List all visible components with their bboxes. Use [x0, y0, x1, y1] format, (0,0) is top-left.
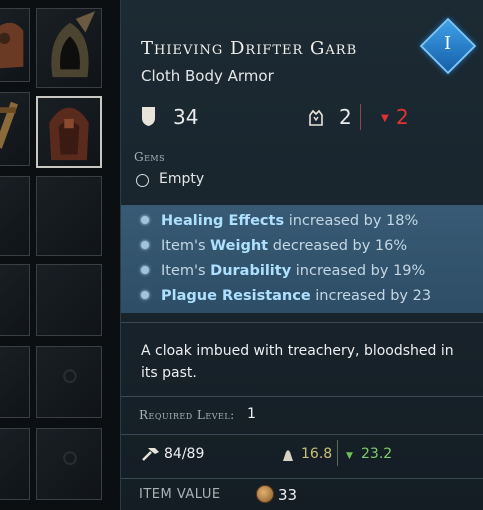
divider — [121, 396, 483, 397]
item-value-label: ITEM VALUE — [139, 487, 221, 502]
required-level-value: 1 — [247, 406, 256, 422]
inventory-slot[interactable] — [0, 428, 30, 500]
armor-tier-drop: 2 — [396, 105, 409, 129]
gems-header: Gems — [134, 150, 166, 164]
decrease-arrow-icon: ▼ — [346, 451, 353, 461]
affix-line: Item's Durability increased by 19% — [141, 263, 425, 279]
divider — [337, 440, 338, 466]
pouch-icon — [63, 451, 77, 465]
item-value: 33 — [278, 486, 298, 504]
inventory-slot[interactable] — [36, 346, 102, 418]
affix-stat: Plague Resistance — [161, 288, 311, 304]
weapon-icon — [0, 101, 18, 149]
affix-line: Item's Weight decreased by 16% — [141, 238, 407, 254]
inventory-slot[interactable] — [0, 346, 30, 418]
affix-bullet-icon — [141, 241, 149, 249]
decrease-arrow-icon: ▼ — [381, 113, 389, 124]
affix-bullet-icon — [141, 216, 149, 224]
inventory-slot[interactable] — [0, 92, 30, 166]
affix-value: increased by 23 — [310, 288, 432, 304]
item-name: Thieving Drifter Garb — [141, 38, 358, 59]
inventory-slot[interactable] — [0, 8, 30, 82]
affix-value: decreased by 16% — [268, 238, 408, 254]
inventory-slot[interactable] — [36, 264, 102, 336]
item-type: Cloth Body Armor — [141, 67, 274, 85]
divider — [121, 434, 483, 435]
hood-icon — [51, 11, 96, 78]
flavor-text: A cloak imbued with treachery, bloodshed… — [141, 343, 454, 381]
affix-line: Plague Resistance increased by 23 — [141, 288, 431, 304]
inventory-slot-selected[interactable] — [36, 96, 102, 168]
divider — [121, 478, 483, 479]
coin-icon — [256, 485, 274, 503]
affix-line: Healing Effects increased by 18% — [141, 213, 418, 229]
tier-badge-label: I — [444, 33, 452, 54]
pouch-icon — [63, 369, 77, 383]
inventory-slot[interactable] — [36, 8, 102, 88]
inventory-grid — [0, 0, 120, 510]
inventory-slot[interactable] — [36, 176, 102, 256]
armor-tier-value: 2 — [339, 105, 352, 129]
affix-bullet-icon — [141, 266, 149, 274]
affix-value: increased by 18% — [284, 213, 419, 229]
armor-icon — [0, 22, 24, 69]
shield-icon — [142, 107, 155, 126]
divider — [360, 104, 361, 130]
armor-value: 34 — [173, 105, 199, 129]
gem-socket-icon — [136, 174, 149, 187]
item-tooltip: Thieving Drifter Garb Cloth Body Armor I… — [120, 0, 483, 510]
weight-icon — [283, 450, 293, 461]
affix-prefix: Item's — [161, 263, 211, 279]
affix-prefix: Item's — [161, 238, 211, 254]
inventory-slot[interactable] — [0, 264, 30, 336]
weight-value: 16.8 — [301, 446, 333, 462]
garb-icon — [49, 107, 89, 161]
inventory-slot[interactable] — [36, 428, 102, 500]
gem-socket-label: Empty — [159, 171, 205, 187]
affix-stat: Healing Effects — [161, 213, 285, 229]
durability-value: 84/89 — [164, 446, 205, 462]
hammer-icon — [142, 448, 159, 461]
affix-stat: Weight — [210, 238, 269, 254]
divider — [121, 322, 483, 323]
affix-stat: Durability — [210, 263, 292, 279]
required-level-label: Required Level: — [139, 408, 235, 422]
body-armor-icon — [309, 109, 323, 126]
inventory-slot[interactable] — [0, 176, 30, 256]
affix-value: increased by 19% — [291, 263, 426, 279]
affix-bullet-icon — [141, 291, 149, 299]
weight-reduced-value: 23.2 — [361, 446, 393, 462]
